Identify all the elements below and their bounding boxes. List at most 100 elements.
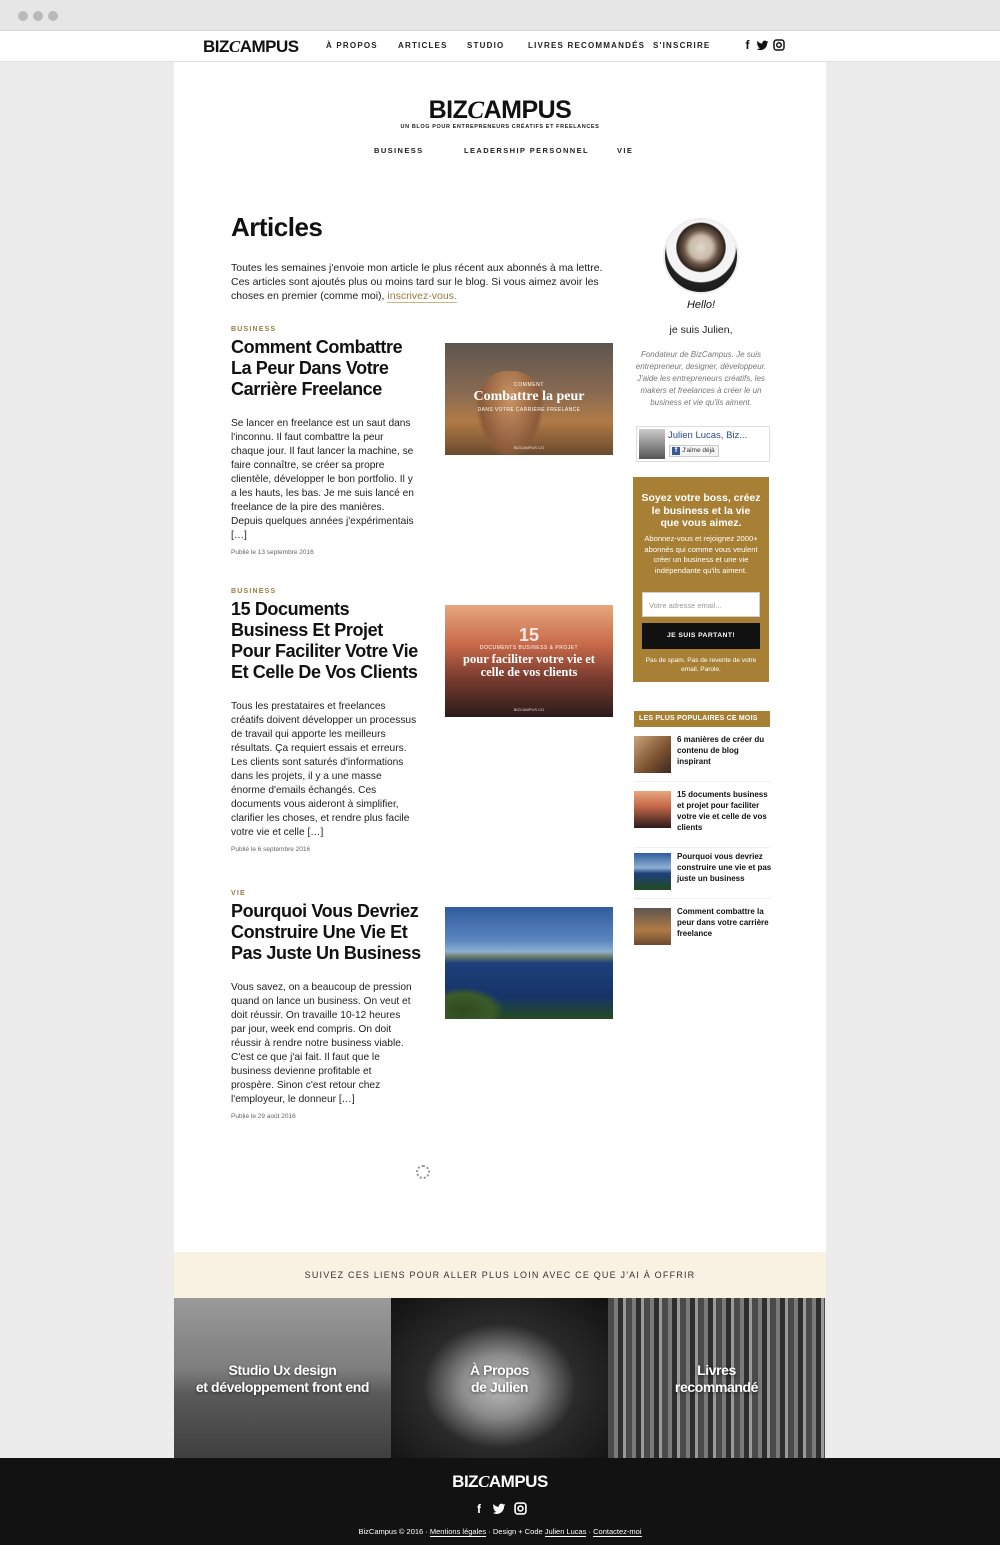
thumbnail-headline: pour faciliter votre vie et celle de vos…	[463, 652, 595, 679]
popular-thumbnail	[634, 791, 671, 828]
popular-heading: LES PLUS POPULAIRES CE MOIS	[634, 711, 770, 727]
popular-title[interactable]: Pourquoi vous devriez construire une vie…	[677, 851, 772, 884]
facebook-like-button[interactable]: J'aime déjà	[669, 445, 719, 457]
tile-label: À Propos de Julien	[391, 1362, 608, 1396]
footer-twitter-icon[interactable]	[492, 1502, 506, 1516]
post-category[interactable]: VIE	[231, 890, 614, 897]
optin-note: Pas de spam. Pas de revente de votre ema…	[645, 657, 757, 673]
footer-text: BizCampus © 2016 ·	[358, 1527, 430, 1536]
post-item: BUSINESS 15 Documents Business Et Projet…	[231, 588, 614, 853]
page-title: Articles	[231, 212, 323, 242]
window-maximize-dot[interactable]	[48, 11, 58, 21]
footer-instagram-icon[interactable]	[513, 1502, 527, 1516]
tile-label: Livres recommandé	[608, 1362, 825, 1396]
newsletter-optin: Soyez votre boss, créez le business et l…	[633, 477, 769, 682]
window-minimize-dot[interactable]	[33, 11, 43, 21]
nav-item-a-propos[interactable]: À PROPOS	[326, 41, 378, 50]
thumbnail-subline: DANS VOTRE CARRIÈRE FREELANCE	[477, 407, 581, 413]
contact-link[interactable]: Contactez-moi	[593, 1527, 642, 1537]
popular-thumbnail	[634, 853, 671, 890]
links-band: SUIVEZ CES LIENS POUR ALLER PLUS LOIN AV…	[174, 1252, 826, 1298]
masthead-tagline: UN BLOG POUR ENTREPRENEURS CRÉATIFS ET F…	[400, 124, 600, 130]
logo-part: AMPUS	[239, 37, 299, 56]
post-title[interactable]: Comment Combattre La Peur Dans Votre Car…	[231, 337, 421, 400]
logo-part: BIZ	[203, 37, 229, 56]
nav-item-articles[interactable]: ARTICLES	[398, 41, 448, 50]
instagram-icon[interactable]	[772, 39, 785, 52]
tile-label-line: À Propos	[469, 1362, 530, 1378]
masthead-logo[interactable]: BIZCAMPUS	[174, 96, 826, 125]
footer-facebook-icon[interactable]: f	[472, 1502, 486, 1516]
footer-logo[interactable]: BIZCAMPUS	[0, 1472, 1000, 1492]
post-title[interactable]: Pourquoi Vous Devriez Construire Une Vie…	[231, 901, 421, 964]
post-excerpt: Vous savez, on a beaucoup de pression qu…	[231, 982, 412, 1105]
logo-part: AMPUS	[483, 96, 572, 124]
logo-part: C	[467, 97, 484, 124]
thumbnail-footer: BIZCAMPUS.CO	[513, 445, 545, 450]
footer: BIZCAMPUS f BizCampus © 2016 · Mentions …	[0, 1458, 1000, 1545]
legal-link[interactable]: Mentions légales	[429, 1527, 487, 1537]
facebook-widget: Julien Lucas, Biz... J'aime déjà	[636, 426, 770, 462]
author-avatar	[663, 218, 739, 294]
author-link[interactable]: Julien Lucas	[544, 1527, 587, 1537]
books-tile[interactable]: Livres recommandé	[608, 1298, 825, 1458]
tile-label-line: de Julien	[470, 1379, 529, 1395]
post-thumbnail[interactable]	[445, 907, 613, 1019]
post-title[interactable]: 15 Documents Business Et Projet Pour Fac…	[231, 599, 421, 683]
nav-item-s-inscrire[interactable]: S'INSCRIRE	[653, 41, 710, 50]
logo-part: BIZ	[428, 96, 468, 124]
post-category[interactable]: BUSINESS	[231, 326, 614, 333]
tile-label: Studio Ux design et développement front e…	[174, 1362, 391, 1396]
popular-divider	[634, 898, 770, 899]
popular-title[interactable]: 6 manières de créer du contenu de blog i…	[677, 734, 772, 767]
post-item: BUSINESS Comment Combattre La Peur Dans …	[231, 326, 614, 556]
post-excerpt: Se lancer en freelance est un saut dans …	[231, 418, 414, 541]
category-business[interactable]: BUSINESS	[374, 146, 424, 155]
post-date: Publié le 29 août 2016	[231, 1113, 296, 1120]
nav-item-livres-recommandes[interactable]: LIVRES RECOMMANDÉS	[528, 41, 645, 50]
post-category[interactable]: BUSINESS	[231, 588, 614, 595]
thumbnail-kicker: COMMENT	[513, 382, 545, 388]
twitter-icon[interactable]	[756, 39, 769, 52]
subscribe-link[interactable]: inscrivez-vous.	[387, 290, 457, 303]
about-tile[interactable]: À Propos de Julien	[391, 1298, 608, 1458]
post-excerpt: Tous les prestataires et freelances créa…	[231, 701, 417, 838]
thumbnail-number: 15	[518, 625, 540, 645]
logo-part: C	[228, 37, 240, 56]
popular-title[interactable]: Comment combattre la peur dans votre car…	[677, 906, 772, 939]
tile-label-line: Studio Ux design	[228, 1362, 337, 1378]
page-card: BIZCAMPUS UN BLOG POUR ENTREPRENEURS CRÉ…	[174, 62, 826, 1252]
optin-body: Abonnez-vous et rejoignez 2000+ abonnés …	[644, 534, 758, 575]
post-thumbnail[interactable]: 15 DOCUMENTS BUSINESS & PROJET pour faci…	[445, 605, 613, 717]
site-logo[interactable]: BIZCAMPUS	[203, 37, 299, 57]
logo-part: BIZ	[452, 1472, 479, 1491]
logo-part: C	[478, 1472, 489, 1491]
window-close-dot[interactable]	[18, 11, 28, 21]
sidebar-intro: je suis Julien,	[669, 324, 733, 336]
subscribe-button[interactable]: JE SUIS PARTANT!	[642, 623, 760, 649]
logo-part: AMPUS	[488, 1472, 548, 1491]
popular-divider	[634, 781, 770, 782]
facebook-profile-picture	[639, 429, 665, 459]
post-thumbnail[interactable]: COMMENT Combattre la peur DANS VOTRE CAR…	[445, 343, 613, 455]
email-field[interactable]: Votre adresse email...	[642, 592, 760, 617]
popular-divider	[634, 847, 770, 848]
footer-text: · Design + Code	[486, 1527, 545, 1536]
tile-label-line: et développement front end	[195, 1379, 370, 1395]
facebook-icon[interactable]: f	[741, 39, 754, 52]
thumbnail-kicker: DOCUMENTS BUSINESS & PROJET	[479, 645, 579, 651]
intro-text: Toutes les semaines j'envoie mon article…	[231, 261, 611, 303]
popular-thumbnail	[634, 908, 671, 945]
top-navigation: BIZCAMPUS À PROPOS ARTICLES STUDIO LIVRE…	[0, 31, 1000, 62]
category-leadership[interactable]: LEADERSHIP PERSONNEL	[464, 146, 589, 155]
popular-title[interactable]: 15 documents business et projet pour fac…	[677, 789, 772, 833]
popular-thumbnail	[634, 736, 671, 773]
studio-tile[interactable]: Studio Ux design et développement front e…	[174, 1298, 391, 1458]
post-date: Publié le 6 septembre 2016	[231, 846, 311, 853]
category-vie[interactable]: VIE	[617, 146, 633, 155]
nav-item-studio[interactable]: STUDIO	[467, 41, 504, 50]
post-item: VIE Pourquoi Vous Devriez Construire Une…	[231, 890, 614, 1120]
thumbnail-headline: Combattre la peur	[473, 389, 585, 404]
tile-label-line: recommandé	[674, 1379, 759, 1395]
facebook-page-link[interactable]: Julien Lucas, Biz...	[668, 430, 747, 441]
